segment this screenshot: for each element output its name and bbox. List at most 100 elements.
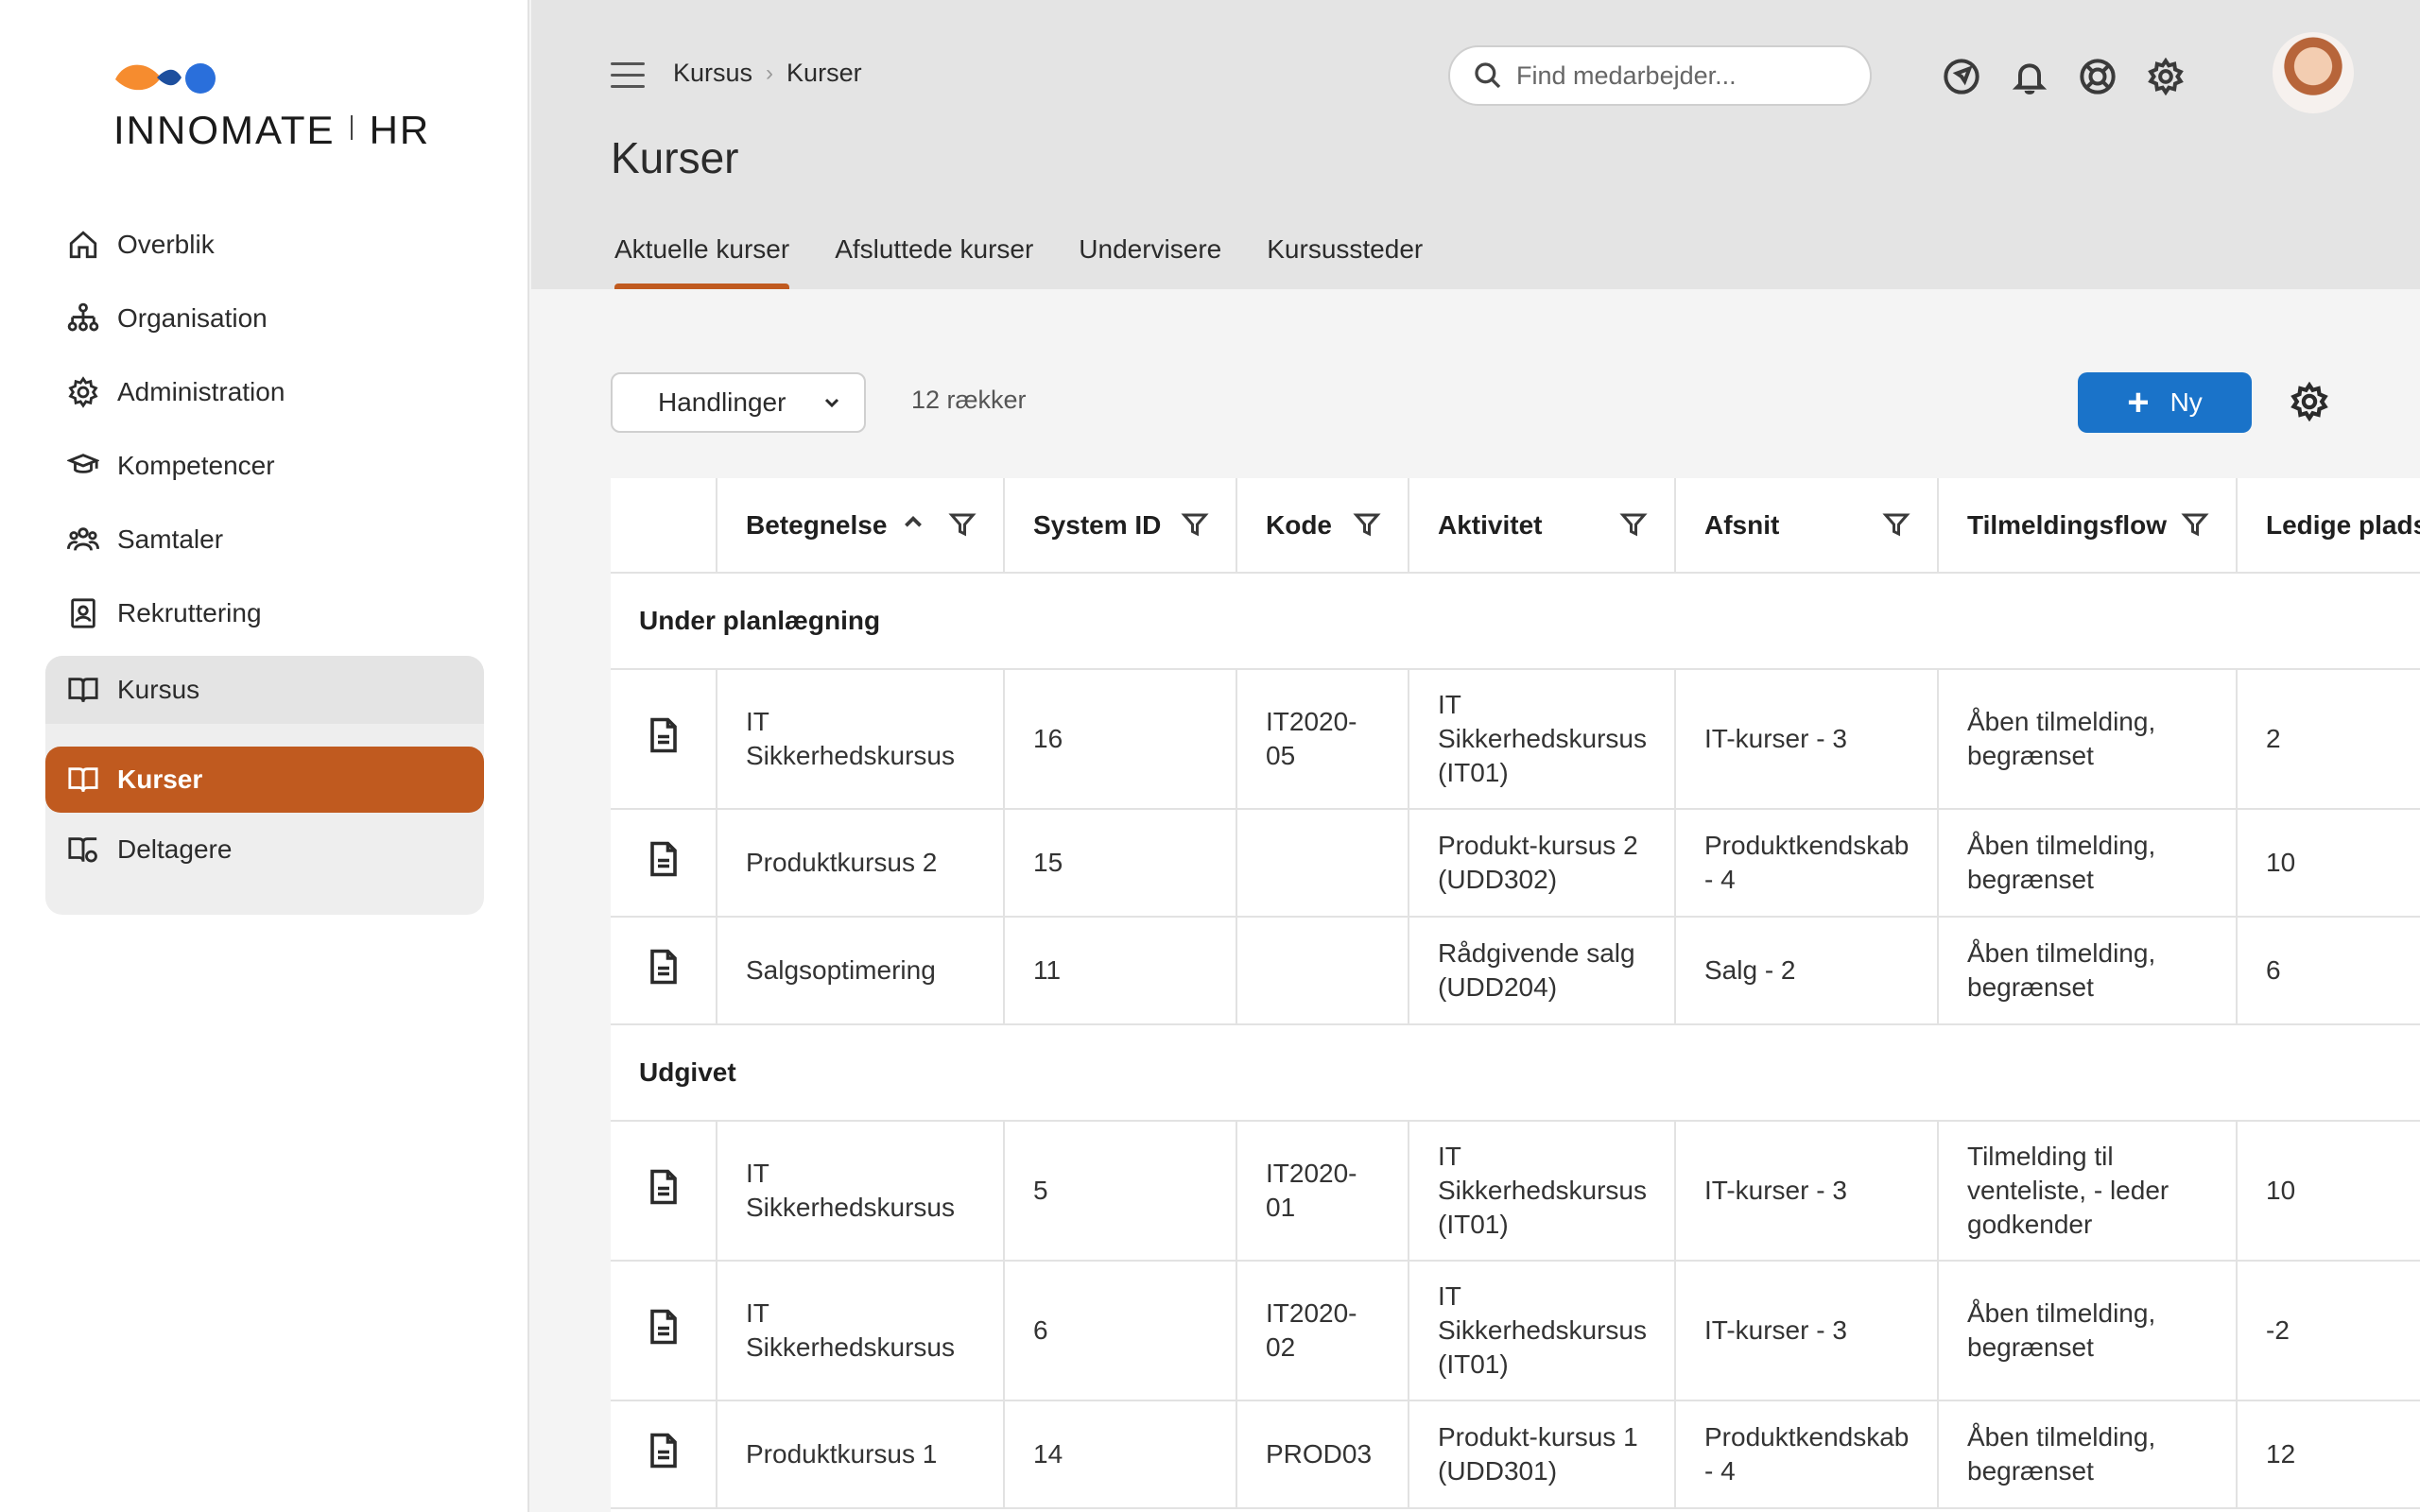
tab-undervisere[interactable]: Undervisere	[1079, 234, 1221, 289]
chevron-down-icon	[824, 398, 839, 408]
cell-kode: PROD03	[1236, 1400, 1409, 1509]
page-header: Kursus › Kurser Kurser Aktuelle kurser A…	[531, 0, 2420, 289]
menu-toggle-icon[interactable]	[611, 62, 645, 89]
cell-aktivitet: Produkt-kursus 1 (UDD301)	[1409, 1400, 1676, 1509]
cell-kode: IT2020-02	[1236, 1261, 1409, 1401]
column-label: Aktivitet	[1438, 509, 1543, 540]
cell-betegnelse: IT Sikkerhedskursus	[717, 669, 1005, 810]
breadcrumb-item-kurser: Kurser	[786, 59, 862, 87]
cell-afsnit: Salg - 2	[1675, 917, 1939, 1025]
sidebar-item-administration[interactable]: Administration	[45, 355, 484, 429]
header-icons	[1940, 55, 2212, 98]
search-box[interactable]	[1448, 45, 1872, 106]
cell-afsnit: IT-kurser - 3	[1675, 1121, 1939, 1262]
table-row[interactable]: IT Sikkerhedskursus 5 IT2020-01 IT Sikkerhe…	[611, 1121, 2420, 1262]
table-row[interactable]: Produktkursus 1 14 PROD03 Produkt-kursus 1 …	[611, 1400, 2420, 1509]
book-user-icon	[66, 833, 100, 867]
table-row[interactable]: Salgsoptimering 11 Rådgivende salg (UDD204…	[611, 917, 2420, 1025]
table-settings-gear-icon[interactable]	[2290, 381, 2331, 423]
sidebar-item-label: Administration	[117, 377, 285, 406]
table-toolbar: Handlinger 12 rækker + Ny	[611, 372, 2420, 433]
column-header-afsnit[interactable]: Afsnit	[1675, 478, 1939, 574]
sidebar-item-label: Deltagere	[117, 834, 233, 864]
open-book-icon	[66, 763, 100, 797]
filter-icon[interactable]	[948, 510, 977, 539]
group-row: Udgivet	[611, 1024, 2420, 1122]
tab-afsluttede-kurser[interactable]: Afsluttede kurser	[835, 234, 1033, 289]
filter-icon[interactable]	[2181, 510, 2209, 539]
group-label: Under planlægning	[611, 573, 2420, 670]
tab-bar: Aktuelle kurser Afsluttede kurser Underv…	[614, 234, 1468, 289]
new-button-label: Ny	[2169, 387, 2203, 417]
org-chart-icon	[66, 301, 100, 335]
document-icon[interactable]	[611, 669, 717, 810]
sidebar-item-label: Rekruttering	[117, 598, 262, 627]
table-row[interactable]: IT Sikkerhedskursus 16 IT2020-05 IT Sikkerh…	[611, 669, 2420, 810]
page-title: Kurser	[611, 133, 739, 182]
cell-aktivitet: Rådgivende salg (UDD204)	[1409, 917, 1676, 1025]
column-header-kode[interactable]: Kode	[1236, 478, 1409, 574]
gear-icon[interactable]	[2144, 55, 2187, 98]
sidebar-item-organisation[interactable]: Organisation	[45, 282, 484, 355]
gear-icon	[66, 375, 100, 409]
sidebar: INNOMATE HR Overblik Organisation Adminis…	[0, 0, 529, 1512]
cell-betegnelse: IT Sikkerhedskursus	[717, 1261, 1005, 1401]
cell-tilmeldingsflow: Åben tilmelding, begrænset	[1938, 809, 2238, 918]
column-label: Afsnit	[1704, 509, 1780, 540]
sidebar-item-kurser[interactable]: Kurser	[45, 747, 484, 813]
table-row[interactable]: Produktkursus 2 15 Produkt-kursus 2 (UDD30…	[611, 809, 2420, 918]
cell-aktivitet: Produkt-kursus 2 (UDD302)	[1409, 809, 1676, 918]
column-header-ledige-pladser[interactable]: Ledige pladser	[2237, 478, 2420, 574]
cell-betegnelse: IT Sikkerhedskursus	[717, 1121, 1005, 1262]
breadcrumb-item-kursus[interactable]: Kursus	[673, 59, 752, 88]
document-icon[interactable]	[611, 1261, 717, 1401]
innomate-logo[interactable]: INNOMATE HR	[113, 57, 428, 161]
sidebar-item-kompetencer[interactable]: Kompetencer	[45, 429, 484, 503]
id-badge-icon	[66, 596, 100, 630]
sidebar-item-label: Kompetencer	[117, 451, 275, 480]
sort-ascending-icon[interactable]	[901, 510, 925, 535]
sidebar-item-kursus[interactable]: Kursus	[45, 656, 484, 724]
sidebar-item-deltagere[interactable]: Deltagere	[45, 813, 484, 886]
column-header-tilmeldingsflow[interactable]: Tilmeldingsflow	[1938, 478, 2238, 574]
sidebar-item-rekruttering[interactable]: Rekruttering	[45, 576, 484, 650]
navigate-icon[interactable]	[1940, 55, 1983, 98]
document-icon[interactable]	[611, 809, 717, 918]
sidebar-item-overblik[interactable]: Overblik	[45, 208, 484, 282]
cell-afsnit: IT-kurser - 3	[1675, 669, 1939, 810]
sidebar-item-label: Overblik	[117, 230, 215, 259]
column-header-betegnelse[interactable]: Betegnelse	[717, 478, 1005, 574]
sidebar-item-label: Organisation	[117, 303, 268, 333]
lifebuoy-icon[interactable]	[2076, 55, 2119, 98]
document-icon[interactable]	[611, 1121, 717, 1262]
search-icon	[1475, 62, 1501, 89]
tab-aktuelle-kurser[interactable]: Aktuelle kurser	[614, 234, 790, 289]
cell-tilmeldingsflow: Åben tilmelding, begrænset	[1938, 1400, 2238, 1509]
avatar[interactable]	[2273, 32, 2354, 113]
column-header-aktivitet[interactable]: Aktivitet	[1409, 478, 1676, 574]
cell-betegnelse: Produktkursus 2	[717, 809, 1005, 918]
actions-dropdown[interactable]: Handlinger	[611, 372, 866, 433]
column-label: Tilmeldingsflow	[1967, 509, 2168, 540]
bell-icon[interactable]	[2008, 55, 2051, 98]
sidebar-item-samtaler[interactable]: Samtaler	[45, 503, 484, 576]
column-header-system-id[interactable]: System ID	[1004, 478, 1237, 574]
people-icon	[66, 523, 100, 557]
tab-kursussteder[interactable]: Kursussteder	[1267, 234, 1423, 289]
filter-icon[interactable]	[1181, 510, 1209, 539]
search-input[interactable]	[1516, 60, 1857, 91]
table-row[interactable]: IT Sikkerhedskursus 6 IT2020-02 IT Sikkerhe…	[611, 1261, 2420, 1401]
filter-icon[interactable]	[1882, 510, 1910, 539]
document-icon[interactable]	[611, 1400, 717, 1509]
new-button[interactable]: + Ny	[2078, 372, 2252, 433]
open-book-icon	[66, 673, 100, 707]
cell-aktivitet: IT Sikkerhedskursus (IT01)	[1409, 669, 1676, 810]
filter-icon[interactable]	[1353, 510, 1381, 539]
group-label: Udgivet	[611, 1024, 2420, 1122]
document-icon[interactable]	[611, 917, 717, 1025]
cell-kode: IT2020-01	[1236, 1121, 1409, 1262]
breadcrumb: Kursus › Kurser	[673, 59, 862, 88]
filter-icon[interactable]	[1619, 510, 1648, 539]
cell-ledige-pladser: 2	[2237, 669, 2420, 810]
cell-betegnelse: Produktkursus 1	[717, 1400, 1005, 1509]
